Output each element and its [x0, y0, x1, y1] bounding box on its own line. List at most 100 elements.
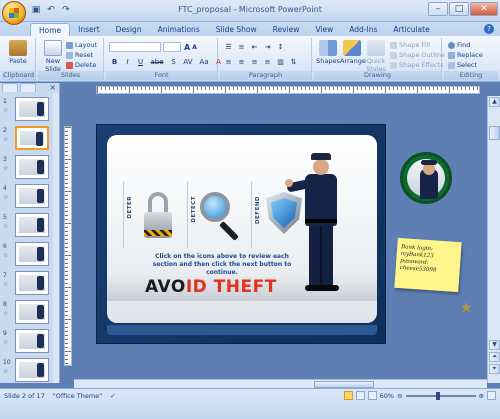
slide-thumbnail-image[interactable] [15, 242, 49, 266]
office-button[interactable] [2, 1, 26, 25]
tab-review[interactable]: Review [265, 23, 308, 36]
scroll-up-icon[interactable]: ▲ [489, 97, 500, 107]
quick-styles-button[interactable]: Quick Styles [364, 40, 388, 73]
slide-canvas[interactable]: DETER DETECT DEFEND Click on the icons a… [96, 124, 386, 344]
decrease-indent-icon[interactable]: ⇤ [250, 43, 259, 51]
numbering-icon[interactable]: ≡ [237, 43, 246, 51]
bold-button[interactable]: B [110, 58, 119, 66]
sticky-note[interactable]: Bank login: myBank123 password: cheese53… [394, 237, 462, 293]
font-name-input[interactable] [109, 42, 161, 52]
tab-insert[interactable]: Insert [70, 23, 108, 36]
slide-thumbnail[interactable]: 8 ☆ [0, 298, 58, 326]
normal-view-button[interactable] [343, 391, 353, 400]
delete-button[interactable]: Delete [66, 61, 96, 69]
font-size-input[interactable] [163, 42, 181, 52]
next-slide-icon[interactable]: ⏷ [489, 364, 500, 374]
find-button[interactable]: Find [448, 41, 470, 49]
align-left-icon[interactable]: ≡ [224, 58, 233, 66]
strikethrough-button[interactable]: abe [149, 58, 165, 66]
zoom-out-icon[interactable]: ⊖ [397, 392, 402, 400]
slide-thumbnail-image[interactable] [15, 126, 49, 150]
zoom-level[interactable]: 60% [380, 392, 394, 400]
vertical-scrollbar[interactable]: ▲ ▼ ⏶ ⏷ [487, 96, 500, 383]
reset-button[interactable]: Reset [66, 51, 93, 59]
increase-indent-icon[interactable]: ⇥ [263, 43, 272, 51]
officer-badge-image[interactable] [400, 152, 452, 204]
sticky-line-2: password: cheese53098 [399, 258, 437, 274]
slide-thumbnail[interactable]: 9 ☆ [0, 327, 58, 355]
slide-thumbnail[interactable]: 4 ☆ [0, 182, 58, 210]
slide-thumbnail[interactable]: 5 ☆ [0, 211, 58, 239]
text-direction-icon[interactable]: ⇅ [289, 58, 298, 66]
slide-sorter-view-button[interactable] [355, 391, 365, 400]
tab-design[interactable]: Design [108, 23, 150, 36]
close-pane-icon[interactable]: × [49, 83, 56, 92]
paste-button[interactable]: Paste [6, 40, 30, 65]
justify-icon[interactable]: ≡ [263, 58, 272, 66]
shape-effects-button[interactable]: Shape Effects [390, 61, 444, 69]
align-right-icon[interactable]: ≡ [250, 58, 259, 66]
slide-thumbnail-image[interactable] [15, 358, 49, 382]
arrange-button[interactable]: Arrange [340, 40, 366, 65]
grow-font-button[interactable]: A [184, 43, 190, 52]
char-spacing-button[interactable]: AV [182, 58, 194, 66]
previous-slide-icon[interactable]: ⏶ [489, 352, 500, 362]
outline-tab[interactable] [20, 83, 36, 92]
slide-thumbnail-image[interactable] [15, 155, 49, 179]
slide-thumbnail-image[interactable] [15, 300, 49, 324]
horizontal-scroll-thumb[interactable] [314, 381, 374, 388]
underline-button[interactable]: U [136, 58, 145, 66]
slide-thumbnail[interactable]: 7 ☆ [0, 269, 58, 297]
slide-thumbnail-image[interactable] [15, 213, 49, 237]
slide-thumbnail[interactable]: 3 ☆ [0, 153, 58, 181]
zoom-slider[interactable] [405, 391, 476, 400]
slide-thumbnail-image[interactable] [15, 97, 49, 121]
spellcheck-icon[interactable]: ✓ [110, 392, 115, 400]
tab-add-ins[interactable]: Add-Ins [341, 23, 385, 36]
tab-home[interactable]: Home [30, 23, 71, 36]
close-button[interactable]: ✕ [470, 2, 498, 16]
sheriff-star-icon[interactable]: ★ [460, 300, 473, 316]
tab-articulate[interactable]: Articulate [385, 23, 437, 36]
shapes-button[interactable]: Shapes [316, 40, 340, 65]
change-case-button[interactable]: Aa [198, 58, 210, 66]
shape-fill-button[interactable]: Shape Fill [390, 41, 430, 49]
shape-outline-button[interactable]: Shape Outline [390, 51, 445, 59]
new-slide-button[interactable]: New Slide [42, 40, 64, 73]
tab-slide-show[interactable]: Slide Show [208, 23, 265, 36]
slide-thumbnail[interactable]: 2 ☆ [0, 124, 58, 152]
deter-panel[interactable]: DETER [123, 182, 185, 248]
minimize-button[interactable]: – [428, 2, 448, 16]
zoom-in-icon[interactable]: ⊕ [479, 392, 484, 400]
tab-view[interactable]: View [307, 23, 341, 36]
slide-thumbnail[interactable]: 10 ☆ [0, 356, 58, 384]
brand-title: AVOID THEFT [145, 277, 277, 297]
align-center-icon[interactable]: ≡ [237, 58, 246, 66]
line-spacing-icon[interactable]: ↕ [276, 43, 285, 51]
maximize-button[interactable]: □ [449, 2, 469, 16]
slides-tab[interactable] [2, 83, 18, 92]
scroll-down-icon[interactable]: ▼ [489, 340, 500, 350]
shrink-font-button[interactable]: A [192, 44, 197, 51]
vertical-scroll-thumb[interactable] [489, 126, 500, 140]
horizontal-scrollbar[interactable] [74, 379, 487, 388]
fit-to-window-button[interactable] [487, 391, 496, 400]
zoom-slider-knob[interactable] [435, 391, 440, 400]
columns-icon[interactable]: ▥ [276, 58, 285, 66]
layout-button[interactable]: Layout [66, 41, 97, 49]
detect-panel[interactable]: DETECT [187, 182, 249, 248]
tab-animations[interactable]: Animations [150, 23, 208, 36]
select-button[interactable]: Select [448, 61, 477, 69]
slide-thumbnail[interactable]: 6 ☆ [0, 240, 58, 268]
help-icon[interactable]: ? [484, 24, 494, 34]
slide-thumbnail-image[interactable] [15, 184, 49, 208]
italic-button[interactable]: I [123, 58, 132, 66]
slides-pane-scrollbar[interactable] [53, 93, 59, 383]
slide-thumbnail-image[interactable] [15, 271, 49, 295]
slide-thumbnail[interactable]: 1 ☆ [0, 95, 58, 123]
slide-show-view-button[interactable] [367, 391, 377, 400]
shadow-button[interactable]: S [169, 58, 178, 66]
slide-thumbnail-image[interactable] [15, 329, 49, 353]
bullets-icon[interactable]: ☰ [224, 43, 233, 51]
replace-button[interactable]: Replace [448, 51, 483, 59]
